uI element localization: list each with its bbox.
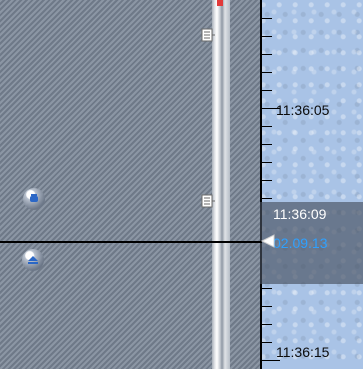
record-button-icon[interactable]: [23, 188, 45, 210]
rail-red-indicator: [217, 0, 223, 6]
time-tick: [262, 126, 272, 127]
eject-symbol: [28, 256, 38, 264]
current-date: 02.09.13: [273, 235, 328, 251]
time-label-2: 11:36:15: [276, 344, 330, 360]
time-tick: [262, 306, 272, 307]
time-tick: [262, 162, 272, 163]
time-tick: [262, 288, 272, 289]
time-tick: [262, 54, 272, 55]
timeline-panel: 11:36:05 11:36:15 11:36:09 02.09.13: [0, 0, 363, 369]
time-tick: [262, 90, 272, 91]
playback-cursor-line[interactable]: [0, 241, 262, 243]
time-tick: [262, 342, 272, 343]
vertical-rail[interactable]: [212, 0, 230, 369]
time-tick: [262, 180, 272, 181]
time-tick: [262, 198, 272, 199]
time-tick: [262, 36, 272, 37]
left-striped-area: [0, 0, 212, 369]
current-time: 11:36:09: [273, 206, 327, 222]
time-tick: [262, 324, 272, 325]
bookmark-marker-icon[interactable]: [201, 28, 215, 42]
time-scale-area[interactable]: [260, 0, 363, 369]
triangle-left-icon[interactable]: [260, 233, 276, 249]
time-tick: [262, 72, 272, 73]
time-axis-line: [260, 0, 262, 369]
bookmark-marker-icon[interactable]: [201, 194, 215, 208]
time-label-1: 11:36:05: [276, 102, 330, 118]
time-tick: [262, 18, 272, 19]
time-tick: [262, 360, 280, 361]
time-tick: [262, 144, 272, 145]
eject-button-icon[interactable]: [22, 249, 44, 271]
mid-striped-area: [230, 0, 260, 369]
record-symbol: [30, 194, 38, 202]
